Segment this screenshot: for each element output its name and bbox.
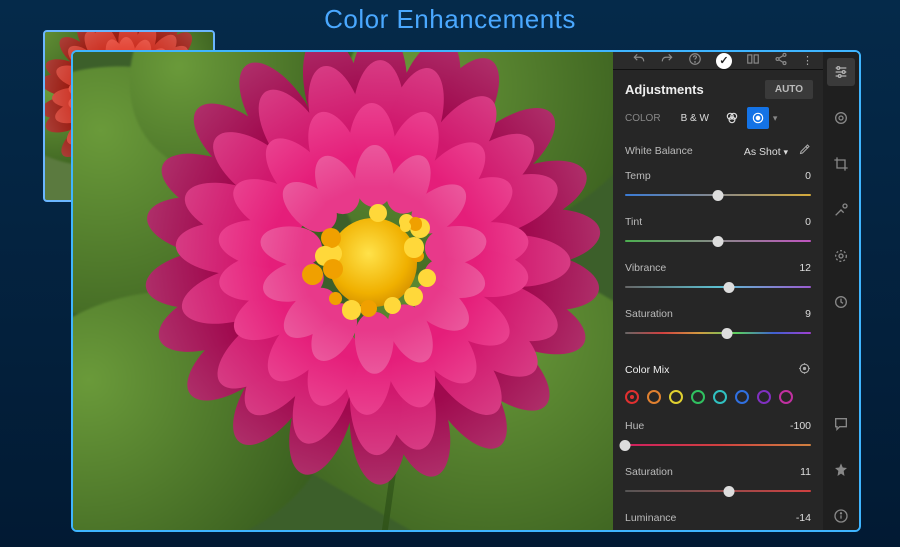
swatch-purple[interactable] <box>757 390 771 404</box>
check-circle-icon[interactable]: ✓ <box>716 53 732 69</box>
adjustments-panel: ✓ ⋮ Adjustments AUTO COLOR B & W ▾ White… <box>613 52 823 530</box>
edit-sliders-icon[interactable] <box>827 58 855 86</box>
temp-value: 0 <box>805 170 811 182</box>
vibrance-value: 12 <box>799 262 811 274</box>
target-adjust-icon[interactable] <box>798 362 811 378</box>
swatch-red[interactable] <box>625 390 639 404</box>
versions-icon[interactable] <box>827 288 855 316</box>
photo-canvas[interactable] <box>73 52 613 530</box>
mix-hue-value: -100 <box>790 420 811 432</box>
editor-window: ✓ ⋮ Adjustments AUTO COLOR B & W ▾ White… <box>71 50 861 532</box>
share-icon[interactable] <box>774 52 788 69</box>
swatch-green[interactable] <box>691 390 705 404</box>
mix-lum-slider[interactable] <box>625 530 811 532</box>
swatch-magenta[interactable] <box>779 390 793 404</box>
color-mixer-icon[interactable] <box>721 107 743 129</box>
help-icon[interactable] <box>688 52 702 69</box>
tab-bw[interactable]: B & W <box>673 109 717 128</box>
crop-icon[interactable] <box>827 150 855 178</box>
main-flower <box>213 112 533 392</box>
saturation-value: 9 <box>805 308 811 320</box>
star-icon[interactable] <box>827 456 855 484</box>
saturation-label: Saturation <box>625 308 673 320</box>
panel-topbar: ✓ ⋮ <box>613 52 823 70</box>
color-mix-label: Color Mix <box>625 364 669 376</box>
masking-icon[interactable] <box>827 242 855 270</box>
auto-button[interactable]: AUTO <box>765 80 813 99</box>
color-mix-swatches <box>613 384 823 414</box>
adjustments-heading: Adjustments <box>625 82 704 97</box>
tint-slider[interactable] <box>625 234 811 248</box>
profile-browser-icon[interactable] <box>747 107 769 129</box>
mix-lum-value: -14 <box>796 512 811 524</box>
saturation-slider[interactable] <box>625 326 811 340</box>
vibrance-label: Vibrance <box>625 262 666 274</box>
white-balance-label: White Balance <box>625 145 693 157</box>
tint-label: Tint <box>625 216 642 228</box>
eyedropper-icon[interactable] <box>799 146 811 158</box>
mix-sat-value: 11 <box>800 466 811 478</box>
swatch-yellow[interactable] <box>669 390 683 404</box>
undo-icon[interactable] <box>632 52 646 69</box>
swatch-blue[interactable] <box>735 390 749 404</box>
vibrance-slider[interactable] <box>625 280 811 294</box>
healing-brush-icon[interactable] <box>827 196 855 224</box>
color-group-label: COLOR <box>625 113 661 124</box>
mix-sat-slider[interactable] <box>625 484 811 498</box>
swatch-aqua[interactable] <box>713 390 727 404</box>
compare-icon[interactable] <box>746 52 760 69</box>
comment-icon[interactable] <box>827 410 855 438</box>
color-tabs: COLOR B & W ▾ <box>613 107 823 137</box>
tool-rail <box>823 52 859 530</box>
mix-hue-slider[interactable] <box>625 438 811 452</box>
mix-sat-label: Saturation <box>625 466 673 478</box>
chevron-down-icon[interactable]: ▾ <box>784 147 789 157</box>
mix-hue-label: Hue <box>625 420 644 432</box>
white-balance-value[interactable]: As Shot <box>744 146 781 158</box>
info-icon[interactable] <box>827 502 855 530</box>
temp-label: Temp <box>625 170 651 182</box>
profile-icon[interactable] <box>827 104 855 132</box>
chevron-down-icon[interactable]: ▾ <box>773 113 778 124</box>
mix-lum-label: Luminance <box>625 512 676 524</box>
swatch-orange[interactable] <box>647 390 661 404</box>
redo-icon[interactable] <box>660 52 674 69</box>
temp-slider[interactable] <box>625 188 811 202</box>
more-icon[interactable]: ⋮ <box>802 54 813 67</box>
tint-value: 0 <box>805 216 811 228</box>
